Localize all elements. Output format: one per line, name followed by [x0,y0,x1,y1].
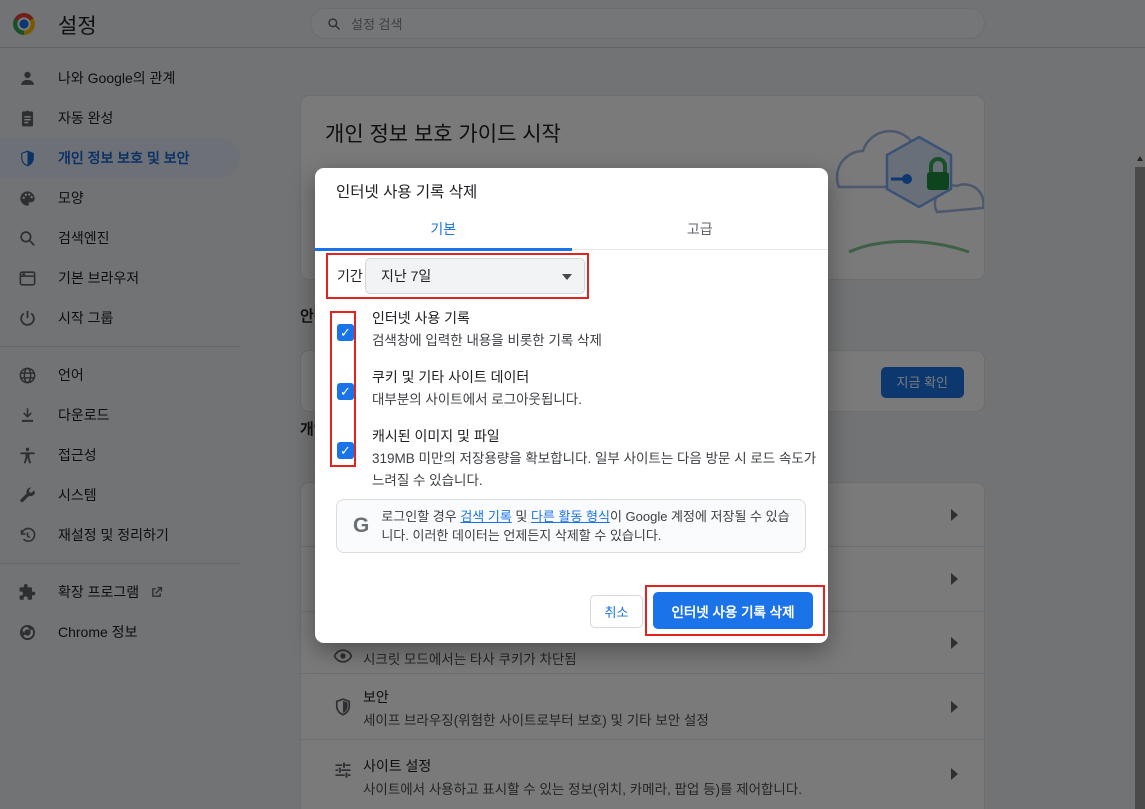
google-g-icon: G [353,514,369,538]
checkbox-description: 319MB 미만의 저장용량을 확보합니다. 일부 사이트는 다음 방문 시 로… [372,448,820,492]
search-history-link[interactable]: 검색 기록 [460,509,511,524]
active-tab-underline [315,248,572,251]
tab-label: 기본 [430,221,456,237]
checkbox-title: 인터넷 사용 기록 [372,308,470,328]
clear-browsing-data-dialog: 인터넷 사용 기록 삭제 기본 고급 기간 지난 7일 ✓ 인터넷 사용 기록 … [315,168,828,643]
chevron-down-icon [562,274,572,280]
delete-button[interactable]: 인터넷 사용 기록 삭제 [653,592,813,629]
tab-label: 고급 [687,221,713,237]
note-text: 로그인할 경우 검색 기록 및 다른 활동 형식이 Google 계정에 저장될… [381,507,793,545]
chrome-settings-page: 설정 설정 검색 나와 Google의 관계 자동 완성 개인 정보 보호 및 … [0,0,1145,809]
other-activity-link[interactable]: 다른 활동 형식 [531,509,610,524]
checkbox-title: 쿠키 및 기타 사이트 데이터 [372,367,529,387]
note-segment: 및 [512,509,531,524]
tab-basic[interactable]: 기본 [315,210,572,250]
checkbox-browsing-history[interactable]: ✓ [337,324,354,341]
time-range-value: 지난 7일 [381,259,431,293]
dialog-title: 인터넷 사용 기록 삭제 [336,180,477,202]
tab-advanced[interactable]: 고급 [572,210,829,250]
note-segment: 로그인할 경우 [381,509,460,524]
checkbox-cookies[interactable]: ✓ [337,383,354,400]
checkbox-description: 검색창에 입력한 내용을 비롯한 기록 삭제 [372,330,820,352]
checkbox-cached-images[interactable]: ✓ [337,442,354,459]
time-range-select[interactable]: 지난 7일 [365,258,585,294]
dialog-tabs: 기본 고급 [315,210,828,250]
time-range-label: 기간 [337,266,363,286]
google-account-note: G 로그인할 경우 검색 기록 및 다른 활동 형식이 Google 계정에 저… [336,499,806,553]
checkbox-description: 대부분의 사이트에서 로그아웃됩니다. [372,389,820,411]
cancel-button[interactable]: 취소 [590,595,643,628]
checkbox-title: 캐시된 이미지 및 파일 [372,426,500,446]
